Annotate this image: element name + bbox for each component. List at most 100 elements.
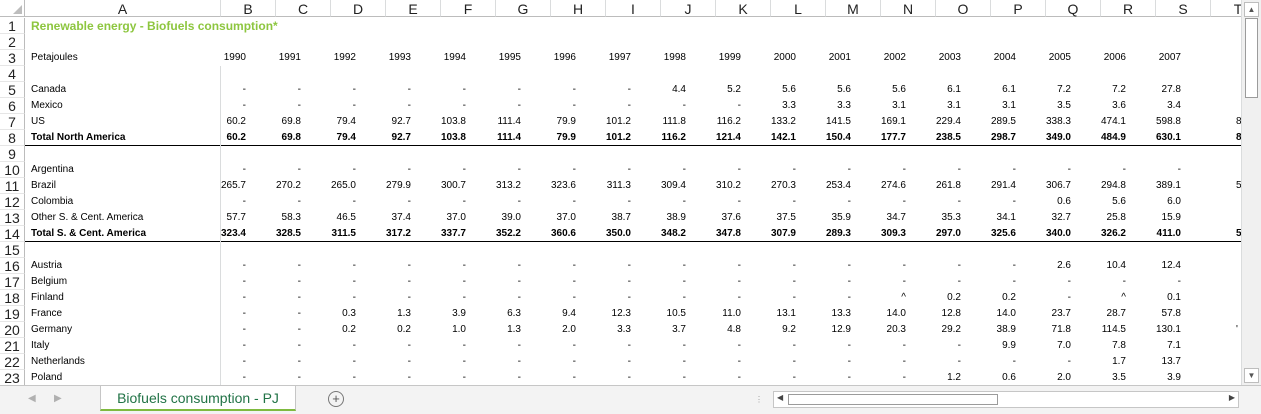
row-header[interactable]: 10 <box>0 162 25 178</box>
column-header-b[interactable]: B <box>221 0 276 17</box>
value-cell[interactable]: 298.7 <box>991 130 1016 146</box>
value-cell[interactable]: 12.3 <box>612 306 631 322</box>
value-cell[interactable]: - <box>958 258 961 274</box>
row-label-cell[interactable]: Austria <box>31 258 62 274</box>
value-cell[interactable]: 1.3 <box>507 322 521 338</box>
row-label-cell[interactable]: US <box>31 114 45 130</box>
value-cell[interactable]: - <box>243 290 246 306</box>
value-cell[interactable]: 3.5 <box>1112 370 1126 385</box>
value-cell[interactable]: - <box>1013 258 1016 274</box>
column-header-i[interactable]: I <box>606 0 661 17</box>
value-cell[interactable]: 0.2 <box>342 322 356 338</box>
value-cell[interactable]: - <box>298 370 301 385</box>
column-header-p[interactable]: P <box>991 0 1046 17</box>
value-cell[interactable]: - <box>848 338 851 354</box>
value-cell[interactable]: - <box>683 274 686 290</box>
year-header-cell[interactable]: 1995 <box>499 50 521 66</box>
row-label-cell[interactable]: Colombia <box>31 194 73 210</box>
column-header-o[interactable]: O <box>936 0 991 17</box>
value-cell[interactable]: 1.7 <box>1112 354 1126 370</box>
value-cell[interactable]: 38.9 <box>667 210 686 226</box>
value-cell[interactable]: 411.0 <box>1157 226 1181 242</box>
value-cell[interactable]: - <box>1178 274 1181 290</box>
select-all-corner[interactable] <box>0 0 25 17</box>
value-cell[interactable]: 101.2 <box>606 114 631 130</box>
value-cell[interactable]: - <box>573 82 576 98</box>
value-cell[interactable]: - <box>463 194 466 210</box>
value-cell[interactable]: 348.2 <box>661 226 686 242</box>
value-cell[interactable]: - <box>408 98 411 114</box>
value-cell[interactable]: - <box>573 194 576 210</box>
value-cell[interactable]: - <box>243 82 246 98</box>
value-cell[interactable]: 306.7 <box>1046 178 1071 194</box>
value-cell[interactable]: - <box>518 194 521 210</box>
value-cell[interactable]: 3.1 <box>947 98 961 114</box>
vertical-scrollbar[interactable]: ▲ ▼ <box>1241 0 1261 385</box>
value-cell[interactable]: 598.8 <box>1156 114 1181 130</box>
value-cell[interactable]: - <box>903 338 906 354</box>
year-header-cell[interactable]: 2006 <box>1104 50 1126 66</box>
value-cell[interactable]: 0.6 <box>1002 370 1016 385</box>
row-label-cell[interactable]: Netherlands <box>31 354 85 370</box>
row-header[interactable]: 16 <box>0 258 25 274</box>
value-cell[interactable]: 57.7 <box>227 210 246 226</box>
column-header-c[interactable]: C <box>276 0 331 17</box>
spreadsheet-grid[interactable]: ABCDEFGHIJKLMNOPQRST 1 Renewable energy -… <box>0 0 1241 385</box>
value-cell[interactable]: - <box>573 290 576 306</box>
year-header-cell[interactable]: 2002 <box>884 50 906 66</box>
sheet-title[interactable]: Renewable energy - Biofuels consumption* <box>31 18 278 34</box>
value-cell[interactable]: 11.0 <box>722 306 741 322</box>
value-cell[interactable]: - <box>683 98 686 114</box>
column-header-g[interactable]: G <box>496 0 551 17</box>
value-cell[interactable]: - <box>353 290 356 306</box>
value-cell[interactable]: 114.5 <box>1102 322 1126 338</box>
value-cell[interactable]: 12.4 <box>1162 258 1181 274</box>
value-cell[interactable]: - <box>408 82 411 98</box>
value-cell[interactable]: 289.3 <box>826 226 851 242</box>
year-header-cell[interactable]: 2001 <box>829 50 851 66</box>
value-cell[interactable]: 20.3 <box>887 322 906 338</box>
value-cell[interactable]: - <box>958 354 961 370</box>
value-cell[interactable]: 253.4 <box>826 178 851 194</box>
row-header[interactable]: 7 <box>0 114 25 130</box>
value-cell[interactable]: 309.4 <box>661 178 686 194</box>
value-cell[interactable]: 111.4 <box>497 130 521 146</box>
value-cell[interactable]: 1.3 <box>397 306 411 322</box>
value-cell[interactable]: 57.8 <box>1162 306 1181 322</box>
value-cell[interactable]: - <box>463 290 466 306</box>
value-cell[interactable]: - <box>353 162 356 178</box>
row-header[interactable]: 8 <box>0 130 25 146</box>
value-cell[interactable]: ^ <box>901 290 906 306</box>
value-cell[interactable]: 294.8 <box>1101 178 1126 194</box>
column-header-q[interactable]: Q <box>1046 0 1101 17</box>
value-cell[interactable]: - <box>848 258 851 274</box>
value-cell[interactable]: 2.0 <box>1057 370 1071 385</box>
value-cell[interactable]: - <box>243 338 246 354</box>
value-cell[interactable]: - <box>518 290 521 306</box>
value-cell[interactable]: - <box>298 258 301 274</box>
value-cell[interactable]: 297.0 <box>936 226 961 242</box>
value-cell[interactable]: 289.5 <box>991 114 1016 130</box>
value-cell[interactable]: - <box>683 370 686 385</box>
value-cell[interactable]: - <box>463 354 466 370</box>
value-cell[interactable]: 35.9 <box>832 210 851 226</box>
value-cell[interactable]: 229.4 <box>936 114 961 130</box>
value-cell[interactable]: 116.2 <box>662 130 686 146</box>
value-cell[interactable]: - <box>408 162 411 178</box>
value-cell[interactable]: - <box>793 258 796 274</box>
value-cell[interactable]: - <box>518 98 521 114</box>
tab-splitter-icon[interactable]: ⋮ <box>755 395 764 404</box>
unit-label[interactable]: Petajoules <box>31 50 78 66</box>
value-cell[interactable]: 317.2 <box>386 226 411 242</box>
value-cell[interactable]: - <box>958 162 961 178</box>
value-cell[interactable]: 111.8 <box>662 114 686 130</box>
value-cell[interactable]: - <box>243 194 246 210</box>
value-cell[interactable]: 29.2 <box>942 322 961 338</box>
value-cell[interactable]: - <box>353 194 356 210</box>
value-cell[interactable]: - <box>353 82 356 98</box>
value-cell[interactable]: 92.7 <box>392 130 411 146</box>
value-cell[interactable]: 238.5 <box>936 130 961 146</box>
value-cell[interactable]: - <box>573 162 576 178</box>
value-cell[interactable]: - <box>298 194 301 210</box>
value-cell[interactable]: 79.4 <box>337 130 356 146</box>
